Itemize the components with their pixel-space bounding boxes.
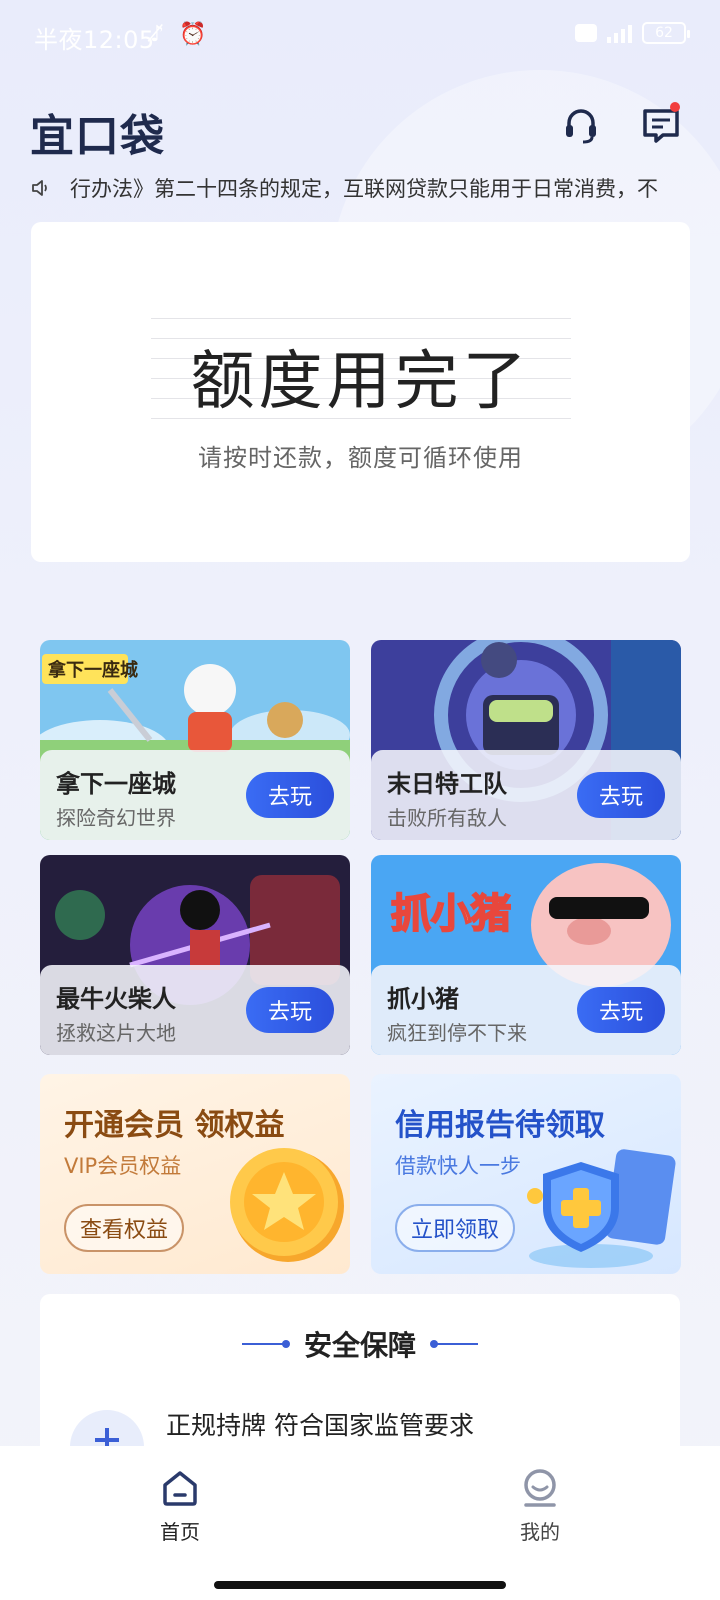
claim-now-button[interactable]: 立即领取 [395, 1204, 516, 1252]
promo-title: 信用报告待领取 [395, 1108, 605, 1143]
game-name: 最牛火柴人 [56, 985, 176, 1013]
limit-subtitle: 请按时还款，额度可循环使用 [198, 444, 523, 472]
message-button[interactable] [636, 100, 686, 150]
status-right: 62 [575, 22, 690, 44]
game-desc: 探险奇幻世界 [56, 806, 176, 830]
game-card-pig[interactable]: 抓小猪 抓小猪 疯狂到停不下来 去玩 [371, 855, 681, 1055]
game-card-castle[interactable]: 拿下一座城 拿下一座城 探险奇幻世界 去玩 [40, 640, 350, 840]
speaker-icon [32, 180, 47, 196]
tab-home[interactable]: 首页 [120, 1468, 240, 1545]
credit-limit-card: 额度用完了 请按时还款，额度可循环使用 [31, 222, 690, 562]
notice-text: 行办法》第二十四条的规定，互联网贷款只能用于日常消费，不 [70, 177, 658, 201]
status-bar: 半夜12:05 ♪̸ ⏰ 62 [0, 0, 720, 70]
game-card-agents[interactable]: 末日特工队 击败所有敌人 去玩 [371, 640, 681, 840]
headset-icon [566, 109, 596, 144]
divider-line [241, 1340, 290, 1348]
play-button[interactable]: 去玩 [246, 772, 334, 818]
limit-title: 额度用完了 [190, 345, 531, 419]
promo-subtitle: VIP会员权益 [64, 1154, 182, 1178]
game-desc: 击败所有敌人 [387, 806, 507, 830]
status-time: 半夜12:05 [34, 26, 155, 54]
security-header: 安全保障 [40, 1324, 680, 1364]
security-title: 安全保障 [303, 1329, 416, 1362]
security-item: 正规持牌 符合国家监管要求 [166, 1411, 474, 1440]
divider-line [430, 1340, 478, 1348]
game-info: 抓小猪 疯狂到停不下来 去玩 [371, 965, 681, 1055]
home-indicator[interactable] [214, 1581, 506, 1589]
game-info: 拿下一座城 探险奇幻世界 去玩 [40, 750, 350, 840]
vip-promo-card[interactable]: 开通会员 领权益 VIP会员权益 查看权益 [40, 1074, 350, 1274]
tab-label: 我的 [520, 1520, 560, 1544]
notice-bar[interactable]: 行办法》第二十四条的规定，互联网贷款只能用于日常消费，不 [30, 168, 690, 208]
battery-level: 62 [655, 25, 673, 41]
view-benefits-button[interactable]: 查看权益 [64, 1204, 185, 1252]
security-section: 安全保障 正规持牌 符合国家监管要求 [40, 1294, 680, 1454]
game-info: 最牛火柴人 拯救这片大地 去玩 [40, 965, 350, 1055]
game-info: 末日特工队 击败所有敌人 去玩 [371, 750, 681, 840]
customer-service-button[interactable] [556, 100, 606, 150]
bottom-tab-bar: 首页 我的 [0, 1446, 720, 1600]
hd-icon [575, 24, 597, 42]
unread-badge [670, 102, 680, 112]
game-name: 抓小猪 [387, 985, 459, 1013]
status-icons: ♪̸ ⏰ [150, 22, 206, 47]
game-card-stickman[interactable]: 最牛火柴人 拯救这片大地 去玩 [40, 855, 350, 1055]
home-icon [163, 1471, 197, 1506]
game-name: 拿下一座城 [56, 770, 176, 798]
profile-icon [524, 1469, 556, 1507]
signal-icon [607, 23, 632, 43]
shield-icon [527, 1149, 676, 1268]
play-button[interactable]: 去玩 [577, 772, 665, 818]
app-logo: 宜口袋 [30, 111, 165, 162]
credit-report-promo-card[interactable]: 信用报告待领取 借款快人一步 立即领取 [371, 1074, 681, 1274]
game-banner-title: 抓小猪 [391, 891, 511, 937]
game-banner-title: 拿下一座城 [47, 659, 138, 681]
alarm-icon: ⏰ [179, 22, 207, 47]
tab-mine[interactable]: 我的 [480, 1468, 600, 1545]
game-desc: 拯救这片大地 [56, 1021, 176, 1045]
battery-icon: 62 [642, 22, 690, 44]
mute-icon: ♪̸ [150, 22, 165, 47]
gold-coin-icon [230, 1148, 344, 1262]
game-desc: 疯狂到停不下来 [387, 1021, 527, 1045]
tab-label: 首页 [160, 1520, 200, 1544]
promo-subtitle: 借款快人一步 [395, 1154, 521, 1178]
play-button[interactable]: 去玩 [246, 987, 334, 1033]
play-button[interactable]: 去玩 [577, 987, 665, 1033]
game-name: 末日特工队 [387, 770, 507, 798]
